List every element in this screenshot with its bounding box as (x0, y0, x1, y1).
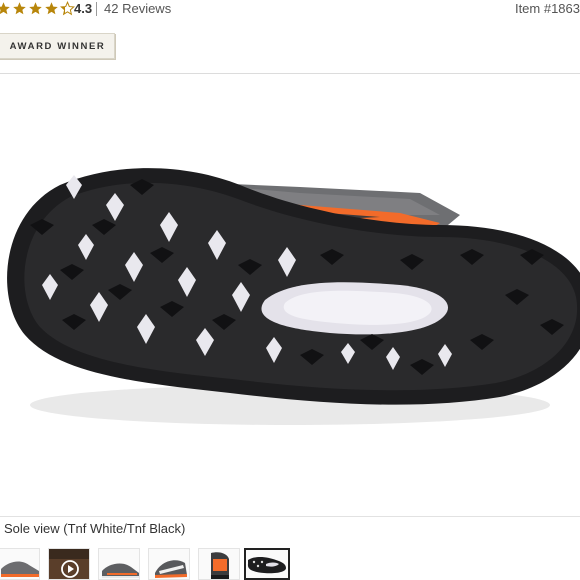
product-image[interactable] (0, 75, 580, 515)
thumb-sole-view[interactable] (244, 548, 290, 580)
item-number: Item #1863 (514, 1, 580, 16)
section-divider (0, 73, 580, 74)
divider (96, 2, 97, 16)
award-badge: AWARD WINNER (0, 33, 115, 59)
star-rating[interactable] (0, 1, 75, 16)
star-half-icon (60, 1, 75, 16)
thumb-lateral-view[interactable] (98, 548, 140, 580)
caption-divider (0, 516, 580, 517)
thumb-heel-view[interactable] (198, 548, 240, 580)
rating-value: 4.3 (74, 1, 93, 16)
image-caption: Sole view (Tnf White/Tnf Black) (4, 521, 186, 536)
rating-row: 4.3 42 Reviews Item #1863 (0, 0, 580, 20)
star-icon (44, 1, 59, 16)
star-icon (0, 1, 11, 16)
reviews-link[interactable]: 42 Reviews (104, 1, 171, 16)
star-icon (12, 1, 27, 16)
thumbnail-strip (0, 548, 580, 580)
thumb-side-view[interactable] (0, 548, 40, 580)
star-icon (28, 1, 43, 16)
thumb-video[interactable] (48, 548, 90, 580)
thumb-three-quarter-view[interactable] (148, 548, 190, 580)
